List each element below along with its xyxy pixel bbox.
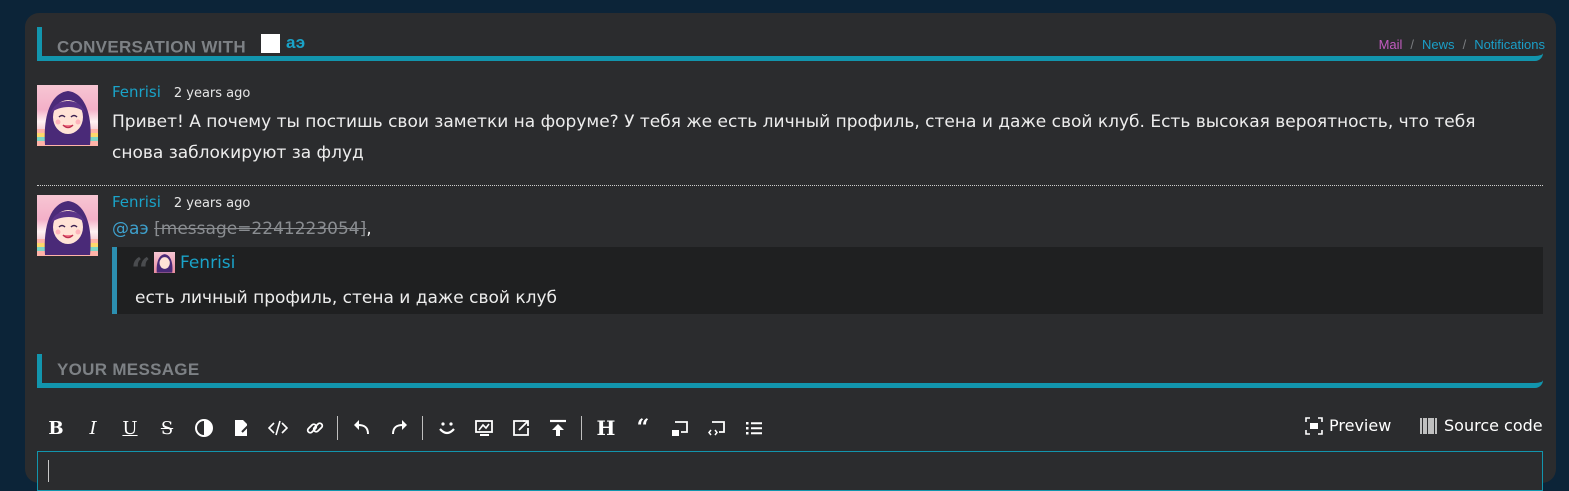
bold-button[interactable]: B [41, 413, 71, 443]
undo-icon [354, 420, 369, 435]
image-button[interactable] [469, 413, 499, 443]
conversation-panel: CONVERSATION WITH аэ Mail / News / Notificat… [25, 13, 1556, 491]
message-item: Fenrisi 2 years ago @аэ [message=2241223… [37, 193, 1543, 325]
upload-icon [550, 419, 566, 436]
conversation-user[interactable]: аэ [260, 33, 305, 53]
avatar-image [37, 201, 98, 256]
breadcrumb-mail[interactable]: Mail [1379, 37, 1403, 52]
message-text: @аэ [message=2241223054], [112, 219, 372, 239]
message-meta: Fenrisi 2 years ago [112, 193, 250, 211]
smile-icon [439, 422, 455, 435]
link-icon [306, 422, 324, 434]
avatar[interactable] [37, 85, 98, 146]
editor-toolbar: B I U S H “ Preview Source code [37, 413, 1543, 443]
toolbar-divider [337, 416, 338, 440]
preview-button[interactable]: Preview [1305, 416, 1391, 435]
color-button[interactable] [189, 413, 219, 443]
upload-button[interactable] [543, 413, 573, 443]
text-caret [48, 460, 49, 482]
timestamp: 2 years ago [173, 86, 251, 101]
reply-header: YOUR MESSAGE [37, 354, 1543, 388]
conversation-header: CONVERSATION WITH аэ Mail / News / Notificat… [37, 27, 1545, 61]
list-button[interactable] [739, 413, 769, 443]
quote-author-link[interactable]: Fenrisi [180, 253, 235, 273]
quote-button[interactable]: “ [628, 413, 658, 443]
message-meta: Fenrisi 2 years ago [112, 83, 250, 101]
spoiler-button[interactable] [226, 413, 256, 443]
quote-text: есть личный профиль, стена и даже свой к… [135, 288, 558, 308]
image-icon [475, 420, 493, 436]
toolbar-divider [422, 416, 423, 440]
quote-avatar [154, 252, 175, 273]
message-divider [37, 185, 1543, 186]
source-code-button[interactable]: Source code [1420, 416, 1543, 435]
message-quote: “ Fenrisi есть личный профиль, стена и д… [112, 247, 1543, 314]
quote-avatar-image [156, 254, 173, 273]
avatar[interactable] [37, 195, 98, 256]
redo-button[interactable] [384, 413, 414, 443]
link-button[interactable] [300, 413, 330, 443]
toolbar-divider [581, 416, 582, 440]
message-item: Fenrisi 2 years ago Привет! А почему ты … [37, 83, 1543, 175]
breadcrumb-news[interactable]: News [1422, 37, 1455, 52]
embed-code-icon [708, 421, 725, 436]
avatar-image [37, 91, 98, 146]
cast-button[interactable] [665, 413, 695, 443]
heading-button[interactable]: H [591, 413, 621, 443]
reply-title: YOUR MESSAGE [57, 360, 200, 379]
share-icon [513, 420, 529, 436]
author-link[interactable]: Fenrisi [112, 193, 161, 211]
share-button[interactable] [506, 413, 536, 443]
preview-icon [1305, 416, 1323, 435]
emoji-button[interactable] [432, 413, 462, 443]
undo-button[interactable] [347, 413, 377, 443]
redo-icon [392, 420, 407, 435]
breadcrumb-notifications[interactable]: Notifications [1474, 37, 1545, 52]
strikethrough-button[interactable]: S [152, 413, 182, 443]
message-reference[interactable]: [message=2241223054] [154, 219, 366, 239]
conversation-title: CONVERSATION WITH аэ [57, 33, 306, 57]
quote-icon: “ [131, 251, 151, 291]
cast-icon [672, 421, 688, 436]
italic-button[interactable]: I [78, 413, 108, 443]
list-icon [746, 422, 762, 435]
quote-header: Fenrisi [154, 252, 235, 273]
message-text: Привет! А почему ты постишь свои заметки… [112, 112, 1476, 163]
document-edit-icon [235, 420, 250, 436]
embed-button[interactable] [702, 413, 732, 443]
user-mention[interactable]: @аэ [112, 219, 149, 239]
code-icon [268, 420, 288, 436]
timestamp: 2 years ago [173, 196, 251, 211]
user-avatar-placeholder [260, 33, 280, 53]
author-link[interactable]: Fenrisi [112, 83, 161, 101]
contrast-icon [195, 419, 213, 437]
code-button[interactable] [263, 413, 293, 443]
message-editor[interactable] [37, 451, 1543, 491]
barcode-icon [1420, 417, 1437, 434]
underline-button[interactable]: U [115, 413, 145, 443]
breadcrumb: Mail / News / Notifications [1378, 37, 1545, 52]
